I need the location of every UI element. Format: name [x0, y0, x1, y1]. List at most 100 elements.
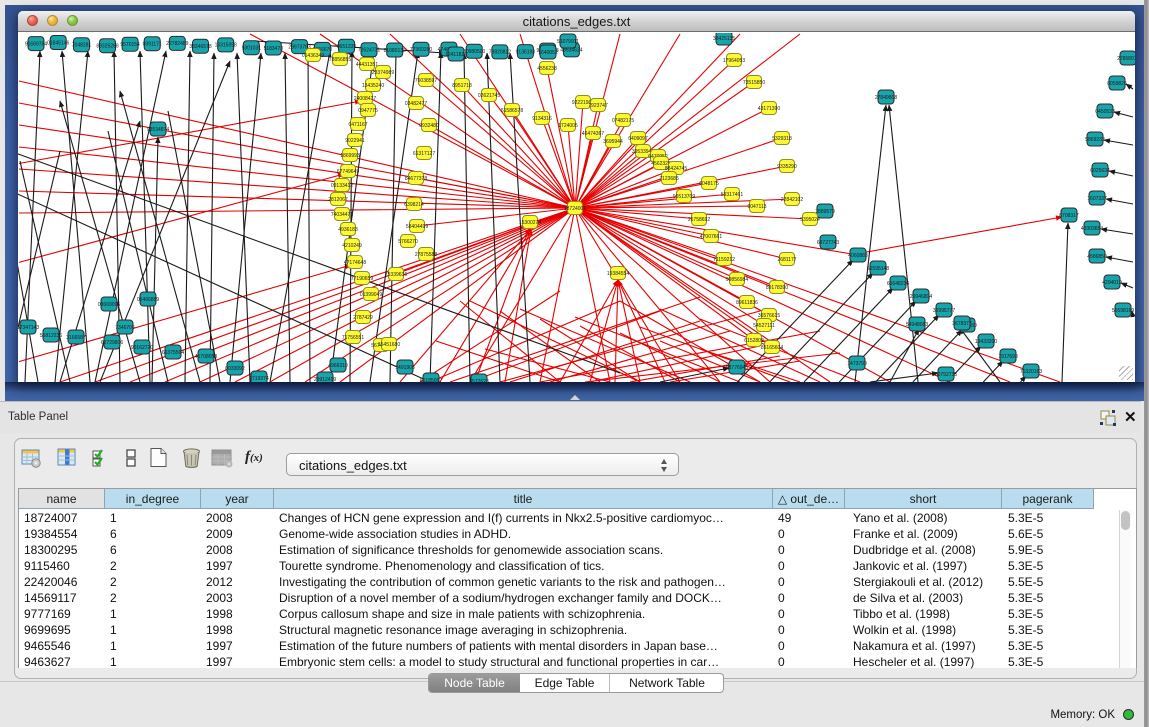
- svg-text:9136193: 9136193: [516, 49, 536, 55]
- svg-text:51079911: 51079911: [557, 39, 579, 45]
- svg-text:71159212: 71159212: [713, 257, 735, 263]
- svg-text:78820812: 78820812: [489, 50, 511, 56]
- svg-text:15300274: 15300274: [519, 220, 541, 226]
- svg-text:01399049: 01399049: [360, 292, 382, 298]
- svg-text:43303654: 43303654: [1081, 226, 1103, 232]
- svg-text:65375564: 65375564: [162, 350, 184, 356]
- svg-text:07482175: 07482175: [612, 118, 634, 124]
- svg-text:3678377: 3678377: [952, 321, 972, 327]
- svg-text:47007661: 47007661: [700, 234, 722, 240]
- svg-text:89325288: 89325288: [96, 44, 118, 50]
- svg-text:9335290: 9335290: [777, 164, 797, 170]
- svg-text:89178390: 89178390: [766, 285, 788, 291]
- svg-text:0947775: 0947775: [358, 108, 378, 114]
- svg-text:18724007: 18724007: [564, 206, 586, 212]
- svg-text:0450533: 0450533: [1095, 109, 1115, 115]
- svg-text:36576615: 36576615: [758, 313, 780, 319]
- svg-text:02621745: 02621745: [478, 93, 500, 99]
- svg-text:7923747: 7923747: [588, 103, 608, 109]
- svg-text:13433200: 13433200: [975, 339, 997, 345]
- svg-text:27849808: 27849808: [875, 95, 897, 101]
- svg-text:6409097: 6409097: [628, 136, 648, 142]
- svg-text:6398214: 6398214: [404, 202, 424, 208]
- svg-text:0391171: 0391171: [143, 42, 162, 48]
- svg-text:0033092: 0033092: [225, 366, 245, 372]
- svg-text:4966319: 4966319: [328, 363, 348, 369]
- svg-text:22842102: 22842102: [781, 197, 803, 203]
- svg-text:62729806: 62729806: [101, 340, 123, 346]
- svg-text:1640052: 1640052: [538, 50, 558, 56]
- svg-text:54948083: 54948083: [906, 322, 928, 328]
- svg-text:03669096: 03669096: [98, 302, 120, 308]
- svg-text:26758692: 26758692: [688, 217, 710, 223]
- svg-text:1869993: 1869993: [340, 153, 360, 159]
- svg-text:4210249: 4210249: [342, 243, 362, 249]
- svg-text:03482477: 03482477: [405, 101, 427, 107]
- svg-text:41708053: 41708053: [195, 354, 217, 360]
- svg-text:4936183: 4936183: [338, 227, 358, 233]
- svg-text:5869232: 5869232: [1085, 137, 1105, 143]
- svg-text:7917693: 7917693: [998, 354, 1018, 360]
- svg-text:09133412: 09133412: [331, 183, 353, 189]
- svg-text:3166587: 3166587: [66, 335, 86, 341]
- svg-text:58404499: 58404499: [406, 224, 428, 230]
- svg-text:27868011: 27868011: [1117, 56, 1135, 62]
- svg-text:1473799: 1473799: [847, 361, 867, 367]
- svg-text:68727743: 68727743: [817, 240, 839, 246]
- svg-text:43534624: 43534624: [560, 48, 582, 54]
- svg-text:2787429: 2787429: [353, 315, 373, 321]
- svg-text:74034471: 74034471: [331, 212, 353, 218]
- svg-text:36995777: 36995777: [933, 308, 955, 314]
- svg-text:9134316: 9134316: [532, 116, 552, 122]
- svg-text:61317127: 61317127: [413, 151, 435, 157]
- svg-text:38346578: 38346578: [189, 44, 211, 50]
- svg-text:84677378: 84677378: [405, 176, 427, 182]
- svg-text:01436349: 01436349: [302, 53, 324, 59]
- svg-text:55698169: 55698169: [1112, 308, 1134, 314]
- svg-text:0651333: 0651333: [337, 44, 357, 50]
- svg-text:7123685: 7123685: [659, 176, 679, 182]
- svg-text:78856855: 78856855: [329, 57, 351, 63]
- svg-text:99856984: 99856984: [726, 277, 748, 283]
- svg-text:23374989: 23374989: [372, 70, 394, 76]
- svg-text:13435240: 13435240: [362, 83, 384, 89]
- svg-text:76320163: 76320163: [1020, 369, 1042, 375]
- svg-text:72624731: 72624731: [358, 48, 380, 54]
- svg-text:43171390: 43171390: [758, 106, 780, 112]
- svg-text:6048175: 6048175: [699, 181, 719, 187]
- svg-text:1607337: 1607337: [1087, 196, 1107, 202]
- svg-text:15451680: 15451680: [378, 342, 400, 348]
- svg-text:5766270: 5766270: [398, 239, 418, 245]
- svg-text:44431351: 44431351: [356, 62, 378, 68]
- svg-text:2681177: 2681177: [777, 257, 796, 263]
- svg-text:4556238: 4556238: [537, 66, 557, 72]
- svg-text:46474367: 46474367: [582, 131, 604, 137]
- svg-text:71756551: 71756551: [342, 335, 364, 341]
- svg-text:76038597: 76038597: [415, 78, 437, 84]
- svg-text:98776945: 98776945: [726, 365, 748, 371]
- svg-text:17964053: 17964053: [723, 58, 745, 64]
- svg-text:75339636: 75339636: [385, 272, 407, 278]
- svg-text:87347143: 87347143: [18, 325, 39, 331]
- svg-text:5395024: 5395024: [800, 217, 820, 223]
- svg-text:77360260: 77360260: [410, 47, 432, 53]
- svg-text:0471167: 0471167: [348, 122, 367, 128]
- svg-text:3695944: 3695944: [603, 139, 623, 145]
- svg-text:6025634: 6025634: [1090, 168, 1110, 174]
- svg-text:7889579: 7889579: [815, 209, 835, 215]
- svg-text:59317461: 59317461: [721, 192, 743, 198]
- svg-text:90162720: 90162720: [131, 345, 153, 351]
- svg-text:6152809: 6152809: [744, 338, 764, 344]
- svg-text:01845146: 01845146: [47, 40, 69, 46]
- svg-text:9022941: 9022941: [345, 138, 365, 144]
- svg-text:93534874: 93534874: [147, 127, 169, 133]
- svg-text:91669784: 91669784: [25, 41, 47, 47]
- svg-text:4294019: 4294019: [1102, 280, 1122, 286]
- svg-text:4586850: 4586850: [1087, 254, 1107, 260]
- svg-text:13315098: 13315098: [215, 43, 237, 49]
- svg-text:85165604: 85165604: [761, 345, 783, 351]
- svg-text:73515850: 73515850: [743, 80, 765, 86]
- svg-text:96513709: 96513709: [673, 194, 695, 200]
- svg-text:89611836: 89611836: [736, 300, 758, 306]
- svg-text:7048281: 7048281: [72, 43, 92, 49]
